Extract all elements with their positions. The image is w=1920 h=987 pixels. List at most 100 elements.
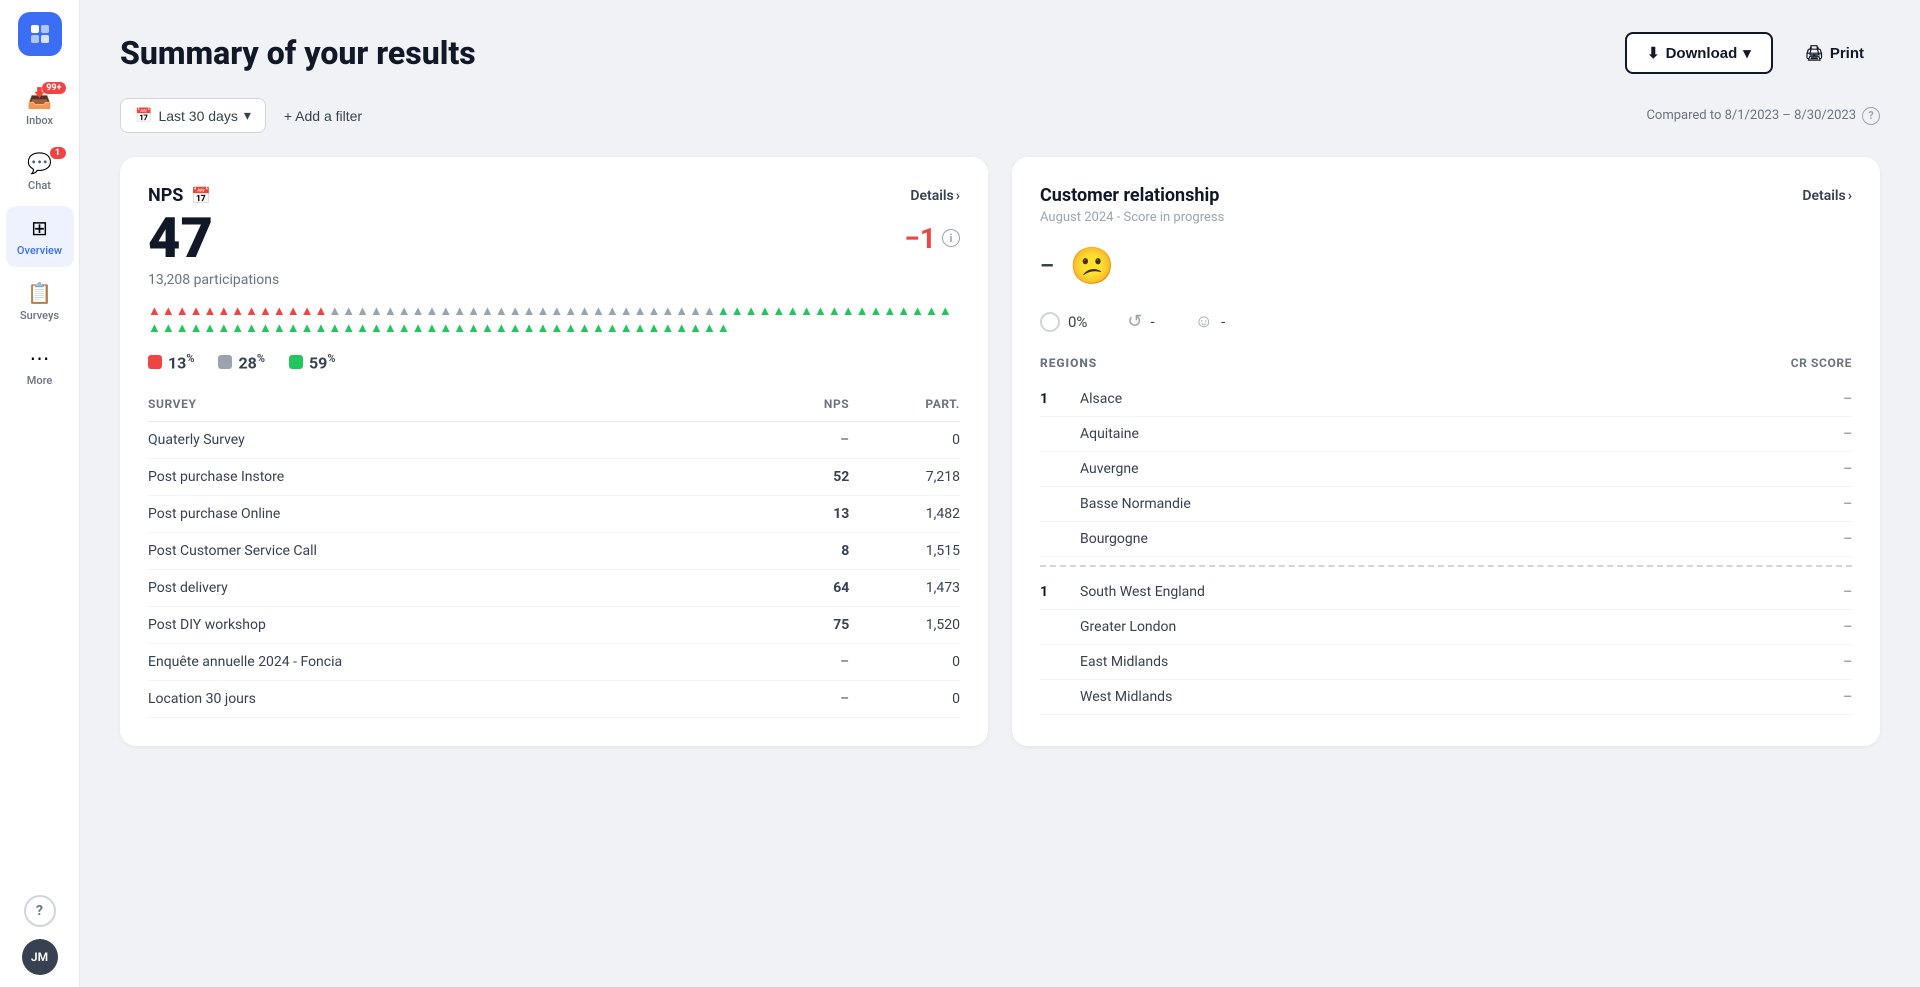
regions-divider (1040, 565, 1852, 567)
page-header: Summary of your results ⬇ Download ▾ 🖨 P… (120, 32, 1880, 74)
add-filter-button[interactable]: + Add a filter (278, 100, 368, 132)
nps-card-title: NPS 📅 (148, 185, 211, 206)
survey-table-row: Quaterly Survey–0 (148, 421, 960, 458)
download-button[interactable]: ⬇ Download ▾ (1625, 32, 1773, 74)
survey-part-cell: 1,473 (849, 569, 960, 606)
print-button[interactable]: 🖨 Print (1789, 34, 1880, 72)
survey-name-cell: Post DIY workshop (148, 606, 768, 643)
help-button[interactable]: ? (24, 895, 56, 927)
cards-grid: NPS 📅 Details › 47 −1 i 13,208 participa… (120, 157, 1880, 746)
main-content: Summary of your results ⬇ Download ▾ 🖨 P… (80, 0, 1920, 987)
nps-details-arrow-icon: › (956, 188, 960, 204)
survey-nps-cell: 64 (768, 569, 849, 606)
download-chevron-icon: ▾ (1743, 44, 1751, 62)
survey-nps-cell: – (768, 421, 849, 458)
region-row: West Midlands– (1040, 680, 1852, 715)
cr-details-label: Details (1802, 188, 1845, 204)
sidebar-item-overview[interactable]: ⊞ Overview (6, 206, 74, 267)
nps-title-label: NPS (148, 185, 183, 206)
sidebar-item-chat[interactable]: 💬 Chat 1 (6, 141, 74, 202)
help-label: ? (36, 903, 43, 919)
survey-nps-cell: – (768, 643, 849, 680)
cr-metric-effort: ↺ - (1127, 311, 1154, 332)
compare-label: Compared to 8/1/2023 – 8/30/2023 (1646, 108, 1856, 123)
survey-nps-cell: 8 (768, 532, 849, 569)
region-row: East Midlands– (1040, 645, 1852, 680)
segment-detractors: 13% (148, 352, 194, 372)
compare-text: Compared to 8/1/2023 – 8/30/2023 ? (1646, 107, 1880, 125)
sidebar-item-overview-label: Overview (17, 244, 62, 257)
survey-part-cell: 0 (849, 421, 960, 458)
survey-nps-cell: 52 (768, 458, 849, 495)
cr-score-col-label: CR score (1791, 356, 1852, 370)
inbox-badge: 99+ (42, 82, 65, 94)
sidebar-item-more-label: More (27, 374, 53, 387)
nps-delta-info-icon[interactable]: i (942, 229, 960, 247)
survey-part-cell: 7,218 (849, 458, 960, 495)
cr-details-arrow-icon: › (1848, 188, 1852, 204)
survey-name-cell: Quaterly Survey (148, 421, 768, 458)
cr-metric-satisfaction: 0% (1040, 311, 1087, 332)
cr-emoji: 😕 (1070, 245, 1115, 287)
promoter-dot (289, 355, 303, 369)
promoter-pct: 59% (309, 352, 335, 372)
cr-card: Customer relationship Details › August 2… (1012, 157, 1880, 746)
avatar[interactable]: JM (22, 939, 58, 975)
sidebar-item-more[interactable]: ⋯ More (6, 336, 74, 397)
sidebar-item-inbox[interactable]: 📥 Inbox 99+ (6, 76, 74, 137)
sidebar: 📥 Inbox 99+ 💬 Chat 1 ⊞ Overview 📋 Survey… (0, 0, 80, 987)
survey-name-cell: Post purchase Instore (148, 458, 768, 495)
uk-regions-table: 1South West England–Greater London–East … (1040, 575, 1852, 715)
regions-title: REGIONS (1040, 356, 1097, 370)
overview-icon: ⊞ (31, 216, 48, 240)
passive-pct: 28% (238, 352, 264, 372)
survey-nps-cell: 75 (768, 606, 849, 643)
segment-passive: 28% (218, 352, 264, 372)
regions-header: REGIONS CR score (1040, 356, 1852, 370)
cr-details-link[interactable]: Details › (1802, 188, 1852, 204)
sidebar-item-chat-label: Chat (28, 179, 51, 192)
nps-delta-value: −1 (904, 222, 936, 255)
survey-part-cell: 0 (849, 643, 960, 680)
filter-left: 📅 Last 30 days ▾ + Add a filter (120, 98, 368, 133)
nps-segments: 13% 28% 59% (148, 352, 960, 372)
compare-help-icon[interactable]: ? (1862, 107, 1880, 125)
download-label: Download (1666, 45, 1738, 62)
survey-name-cell: Post delivery (148, 569, 768, 606)
nps-col-header: NPS (768, 397, 849, 422)
date-chevron-icon: ▾ (244, 107, 251, 124)
region-row: 1South West England– (1040, 575, 1852, 610)
passive-dot (218, 355, 232, 369)
people-visualization: ▲▲▲▲▲▲▲▲▲▲▲▲▲▲▲▲▲▲▲▲▲▲▲▲▲▲▲▲▲▲▲▲▲▲▲▲▲▲▲▲… (148, 304, 960, 336)
nps-score: 47 (148, 210, 213, 266)
survey-part-cell: 1,520 (849, 606, 960, 643)
cr-subtitle: August 2024 - Score in progress (1040, 210, 1852, 225)
surveys-icon: 📋 (27, 281, 52, 305)
add-filter-label: + Add a filter (284, 108, 362, 124)
sidebar-item-inbox-label: Inbox (26, 114, 53, 127)
region-row: Greater London– (1040, 610, 1852, 645)
sidebar-item-surveys[interactable]: 📋 Surveys (6, 271, 74, 332)
satisfaction-circle-icon (1040, 312, 1060, 332)
nps-card-header: NPS 📅 Details › (148, 185, 960, 206)
survey-table-row: Post Customer Service Call81,515 (148, 532, 960, 569)
filter-bar: 📅 Last 30 days ▾ + Add a filter Compared… (120, 98, 1880, 133)
nps-details-link[interactable]: Details › (910, 188, 960, 204)
survey-name-cell: Enquête annuelle 2024 - Foncia (148, 643, 768, 680)
region-row: 1Alsace– (1040, 382, 1852, 417)
survey-table-row: Post purchase Online131,482 (148, 495, 960, 532)
nps-details-label: Details (910, 188, 953, 204)
part-col-header: Part. (849, 397, 960, 422)
survey-name-cell: Location 30 jours (148, 680, 768, 717)
survey-col-header: SURVEY (148, 397, 768, 422)
detractor-dot (148, 355, 162, 369)
page-title: Summary of your results (120, 34, 476, 72)
print-label: Print (1830, 45, 1864, 62)
region-row: Bourgogne– (1040, 522, 1852, 557)
france-regions-table: 1Alsace–Aquitaine–Auvergne–Basse Normand… (1040, 382, 1852, 557)
region-row: Auvergne– (1040, 452, 1852, 487)
survey-table-row: Post DIY workshop751,520 (148, 606, 960, 643)
date-range-filter[interactable]: 📅 Last 30 days ▾ (120, 98, 266, 133)
header-actions: ⬇ Download ▾ 🖨 Print (1625, 32, 1880, 74)
app-logo[interactable] (18, 12, 62, 56)
